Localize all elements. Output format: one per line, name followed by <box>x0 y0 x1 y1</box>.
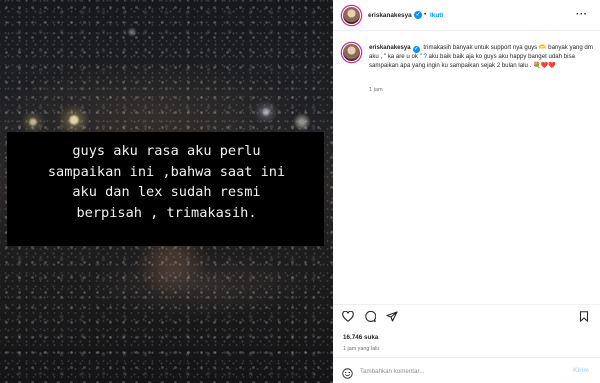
post-timestamp: 1 jam yang lalu <box>343 346 380 352</box>
comment-icon[interactable] <box>364 311 376 322</box>
caption-comment: eriskanakesya ✓ trimakasih banyak untuk s… <box>369 44 593 70</box>
verified-badge-icon: ✓ <box>414 11 422 19</box>
header-username[interactable]: eriskanakesya <box>368 12 412 19</box>
dot-separator: • <box>424 11 427 18</box>
avatar[interactable] <box>342 6 361 25</box>
comment-input[interactable] <box>360 364 560 378</box>
image-caption-text: guys aku rasa aku perlu sampaikan ini ,b… <box>47 143 286 221</box>
action-bar <box>333 304 600 326</box>
post-header: eriskanakesya ✓ • Ikuti ··· <box>333 0 600 31</box>
bookmark-icon[interactable] <box>579 311 589 322</box>
post-image: guys aku rasa aku perlu sampaikan ini ,b… <box>0 0 333 383</box>
add-comment-bar: Kirim <box>333 357 600 383</box>
caption-avatar[interactable] <box>342 43 361 62</box>
follow-button[interactable]: Ikuti <box>430 12 443 19</box>
comments-section: eriskanakesya ✓ trimakasih banyak untuk s… <box>333 32 600 294</box>
more-options-icon[interactable]: ··· <box>576 9 588 20</box>
emoji-icon[interactable] <box>342 366 353 383</box>
heart-icon[interactable] <box>342 311 354 322</box>
share-icon[interactable] <box>386 311 398 322</box>
post-side-panel: eriskanakesya ✓ • Ikuti ··· eriskanakesy… <box>333 0 600 383</box>
post-comment-button[interactable]: Kirim <box>573 367 589 374</box>
caption-timestamp: 1 jam <box>369 87 383 93</box>
verified-badge-icon: ✓ <box>412 46 420 53</box>
likes-count[interactable]: 16.746 suka <box>343 334 378 341</box>
caption-username[interactable]: eriskanakesya <box>369 44 411 51</box>
